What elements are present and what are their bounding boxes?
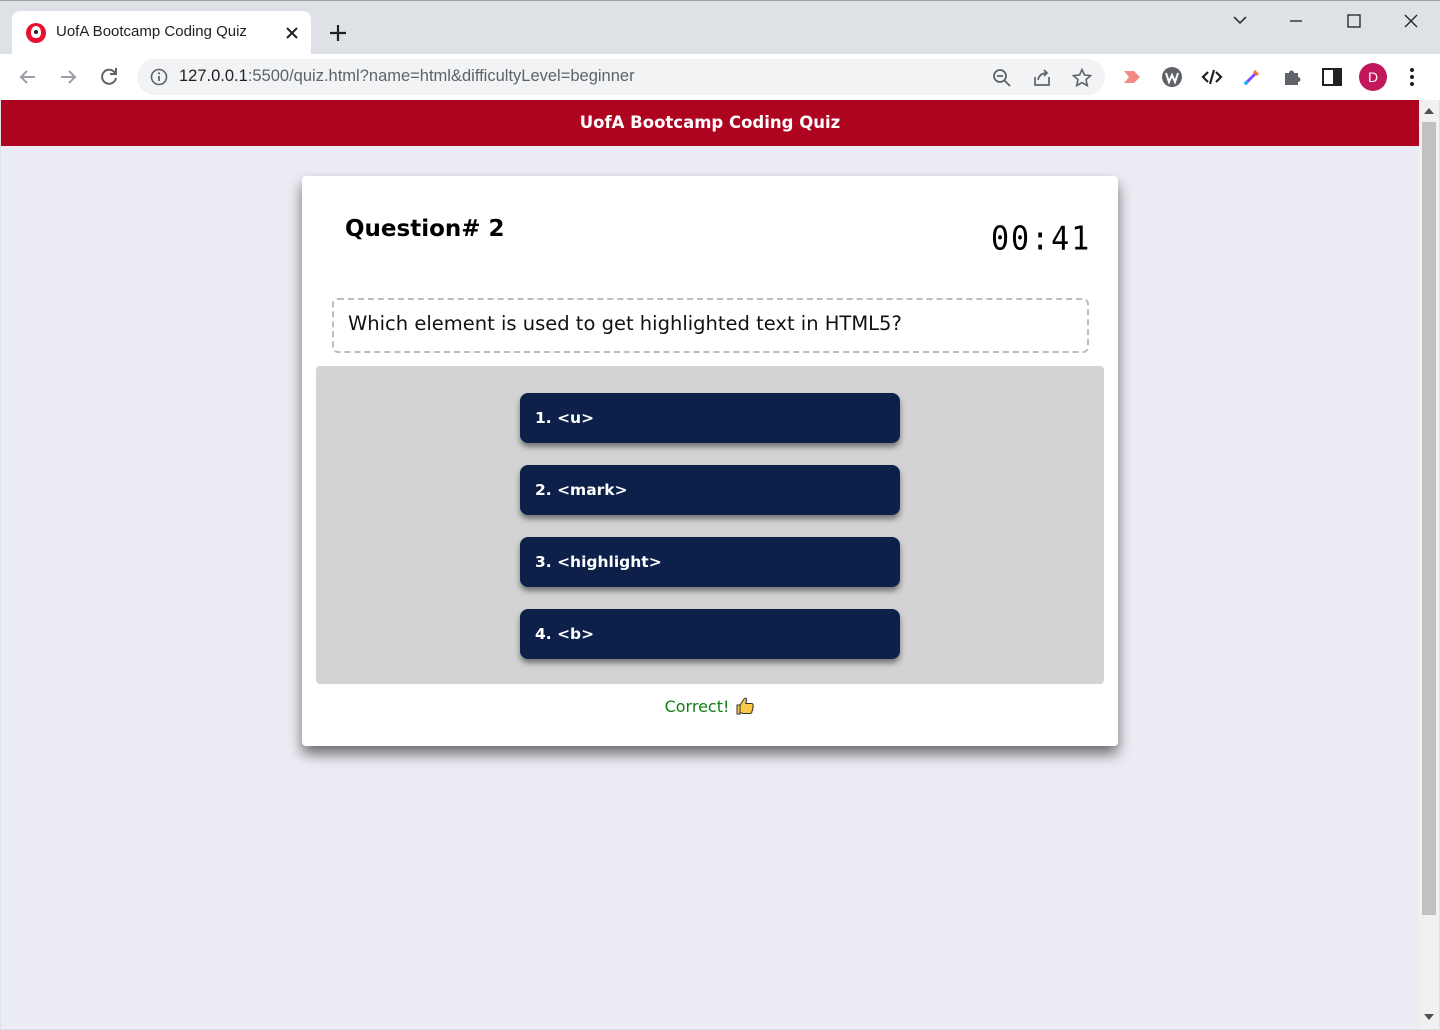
- answer-option-1[interactable]: 1. <u>: [520, 393, 900, 443]
- new-tab-icon[interactable]: [326, 21, 350, 45]
- tab-title: UofA Bootcamp Coding Quiz: [56, 23, 247, 40]
- extension-colorpicker-icon[interactable]: [1240, 65, 1264, 89]
- share-icon[interactable]: [1031, 67, 1053, 89]
- answer-list: 1. <u> 2. <mark> 3. <highlight> 4. <b>: [316, 366, 1104, 684]
- thumbs-up-icon: [736, 697, 755, 715]
- tab-strip: UofA Bootcamp Coding Quiz: [0, 0, 1440, 55]
- close-window-icon[interactable]: [1396, 9, 1426, 33]
- address-bar[interactable]: 127.0.0.1:5500/quiz.html?name=html&diffi…: [137, 59, 1105, 95]
- site-info-icon[interactable]: [149, 67, 169, 87]
- countdown-timer: 00:41: [991, 220, 1092, 259]
- scroll-up-arrow-icon[interactable]: [1424, 108, 1434, 114]
- answer-option-2[interactable]: 2. <mark>: [520, 465, 900, 515]
- browser-menu-icon[interactable]: [1402, 64, 1422, 90]
- page-scrollbar[interactable]: [1419, 100, 1439, 1029]
- answer-option-3[interactable]: 3. <highlight>: [520, 537, 900, 587]
- answer-option-4[interactable]: 4. <b>: [520, 609, 900, 659]
- site-favicon-icon: [26, 23, 46, 43]
- site-header: UofA Bootcamp Coding Quiz: [1, 100, 1419, 146]
- profile-avatar[interactable]: D: [1359, 63, 1387, 91]
- url-host: 127.0.0.1: [179, 67, 248, 85]
- scrollbar-thumb[interactable]: [1422, 122, 1436, 915]
- answer-feedback: Correct!: [302, 696, 1118, 716]
- zoom-icon[interactable]: [991, 67, 1013, 89]
- extension-w-icon[interactable]: [1160, 65, 1184, 89]
- extensions-puzzle-icon[interactable]: [1280, 65, 1304, 89]
- extension-code-icon[interactable]: [1200, 65, 1224, 89]
- tab-search-icon[interactable]: [1225, 9, 1255, 33]
- quiz-card: Question# 2 00:41 Which element is used …: [302, 176, 1118, 746]
- question-box: Which element is used to get highlighted…: [332, 298, 1089, 353]
- side-panel-icon[interactable]: [1320, 65, 1344, 89]
- forward-icon[interactable]: [55, 64, 81, 90]
- close-tab-icon[interactable]: [282, 23, 302, 43]
- reload-icon[interactable]: [96, 64, 122, 90]
- url-text[interactable]: 127.0.0.1:5500/quiz.html?name=html&diffi…: [179, 67, 635, 86]
- question-text: Which element is used to get highlighted…: [348, 312, 902, 335]
- url-path: :5500/quiz.html?name=html&difficultyLeve…: [247, 67, 635, 85]
- bookmark-star-icon[interactable]: [1071, 67, 1093, 89]
- minimize-icon[interactable]: [1281, 9, 1311, 33]
- question-number: Question# 2: [345, 216, 505, 242]
- extension-arrow-icon[interactable]: [1120, 65, 1144, 89]
- maximize-icon[interactable]: [1339, 9, 1369, 33]
- browser-toolbar: 127.0.0.1:5500/quiz.html?name=html&diffi…: [0, 54, 1440, 100]
- scroll-down-arrow-icon[interactable]: [1424, 1014, 1434, 1020]
- feedback-text: Correct!: [664, 697, 730, 716]
- back-icon[interactable]: [15, 64, 41, 90]
- page-viewport: UofA Bootcamp Coding Quiz Question# 2 00…: [1, 100, 1439, 1029]
- browser-tab[interactable]: UofA Bootcamp Coding Quiz: [12, 11, 311, 55]
